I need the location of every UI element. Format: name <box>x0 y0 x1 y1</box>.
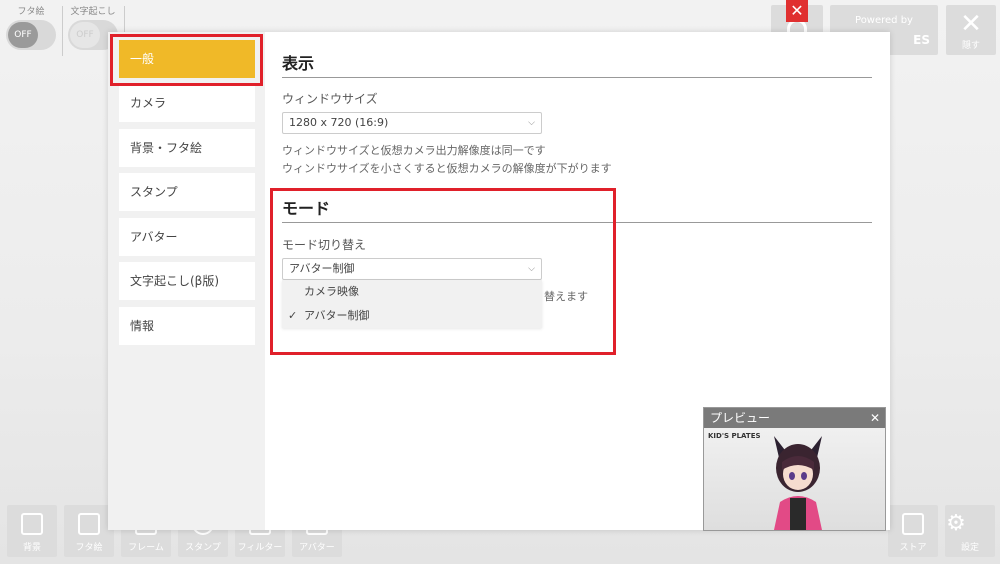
window-size-value: 1280 x 720 (16:9) <box>289 116 389 129</box>
kids-plates-logo: KID'S PLATES <box>708 432 761 440</box>
sidebar-item-stamp[interactable]: スタンプ <box>119 173 255 211</box>
store-icon <box>902 513 924 535</box>
mode-option-avatar[interactable]: ✓ アバター制御 <box>282 304 542 328</box>
close-icon: ✕ <box>960 9 982 39</box>
transcription-toggle-state: OFF <box>70 22 100 48</box>
sidebar-item-transcription[interactable]: 文字起こし(β版) <box>119 262 255 300</box>
window-size-select[interactable]: 1280 x 720 (16:9) ⌵ <box>282 112 542 134</box>
background-icon <box>21 513 43 535</box>
mode-switch-label: モード切り替え <box>282 238 367 252</box>
window-size-help-2: ウィンドウサイズを小さくすると仮想カメラの解像度が下がります <box>282 162 612 175</box>
avatar-image <box>774 436 822 530</box>
cover-icon <box>78 513 100 535</box>
background-button[interactable]: 背景 <box>7 505 57 557</box>
mode-option-label: アバター制御 <box>304 309 370 322</box>
store-button[interactable]: ストア <box>888 505 938 557</box>
close-dialog-button[interactable]: ✕ <box>786 0 808 22</box>
powered-by-logo: ES <box>913 33 930 47</box>
sidebar-item-background[interactable]: 背景・フタ絵 <box>119 129 255 167</box>
mode-help-text: 替えます <box>544 290 588 303</box>
avatar-label: アバター <box>299 543 335 553</box>
frame-label: フレーム <box>128 543 164 553</box>
settings-sidebar: 一般 カメラ 背景・フタ絵 スタンプ アバター 文字起こし(β版) 情報 <box>108 32 265 530</box>
checkmark-icon: ✓ <box>288 309 298 322</box>
cover-button[interactable]: フタ絵 <box>64 505 114 557</box>
sidebar-item-general[interactable]: 一般 <box>119 40 255 78</box>
mode-option-label: カメラ映像 <box>304 285 359 298</box>
cover-label: フタ絵 <box>75 543 103 553</box>
preview-window: プレビュー ✕ KID'S PLATES <box>703 407 886 531</box>
display-section-title: 表示 <box>282 54 315 73</box>
sidebar-item-info[interactable]: 情報 <box>119 307 255 345</box>
hide-label: 隠す <box>961 41 980 51</box>
gear-icon: ⚙ <box>946 511 966 536</box>
window-size-help-1: ウィンドウサイズと仮想カメラ出力解像度は同一です <box>282 144 546 157</box>
store-label: ストア <box>899 543 927 553</box>
preview-header[interactable]: プレビュー ✕ <box>704 408 885 428</box>
chevron-down-icon: ⌵ <box>528 118 535 128</box>
toolbar-divider <box>62 6 63 56</box>
mode-dropdown: カメラ映像 ✓ アバター制御 <box>282 280 542 328</box>
preview-canvas: KID'S PLATES <box>704 428 885 530</box>
filter-label: フィルター <box>237 543 283 553</box>
mode-section-divider <box>282 222 872 223</box>
cover-toggle-group: フタ絵 OFF <box>4 4 58 54</box>
mode-option-camera[interactable]: カメラ映像 <box>282 280 542 304</box>
window-size-label: ウィンドウサイズ <box>282 92 378 106</box>
stamp-label: スタンプ <box>185 543 221 553</box>
sidebar-item-camera[interactable]: カメラ <box>119 84 255 122</box>
cover-toggle-label: フタ絵 <box>17 7 45 17</box>
preview-title: プレビュー <box>710 411 771 425</box>
background-label: 背景 <box>22 543 41 553</box>
transcription-toggle-label: 文字起こし <box>70 7 116 17</box>
cover-toggle-state: OFF <box>8 22 38 48</box>
mode-select[interactable]: アバター制御 ⌵ <box>282 258 542 280</box>
settings-button[interactable]: ⚙ 設定 <box>945 505 995 557</box>
sidebar-item-avatar[interactable]: アバター <box>119 218 255 256</box>
mode-select-value: アバター制御 <box>289 262 355 275</box>
cover-toggle[interactable]: OFF <box>6 20 56 50</box>
hide-button[interactable]: ✕ 隠す <box>946 5 996 55</box>
mode-section-title: モード <box>282 199 331 218</box>
preview-close-icon[interactable]: ✕ <box>870 408 880 428</box>
powered-by-text: Powered by <box>855 15 913 26</box>
settings-label: 設定 <box>960 543 979 553</box>
display-section-divider <box>282 77 872 78</box>
chevron-down-icon: ⌵ <box>528 264 535 274</box>
